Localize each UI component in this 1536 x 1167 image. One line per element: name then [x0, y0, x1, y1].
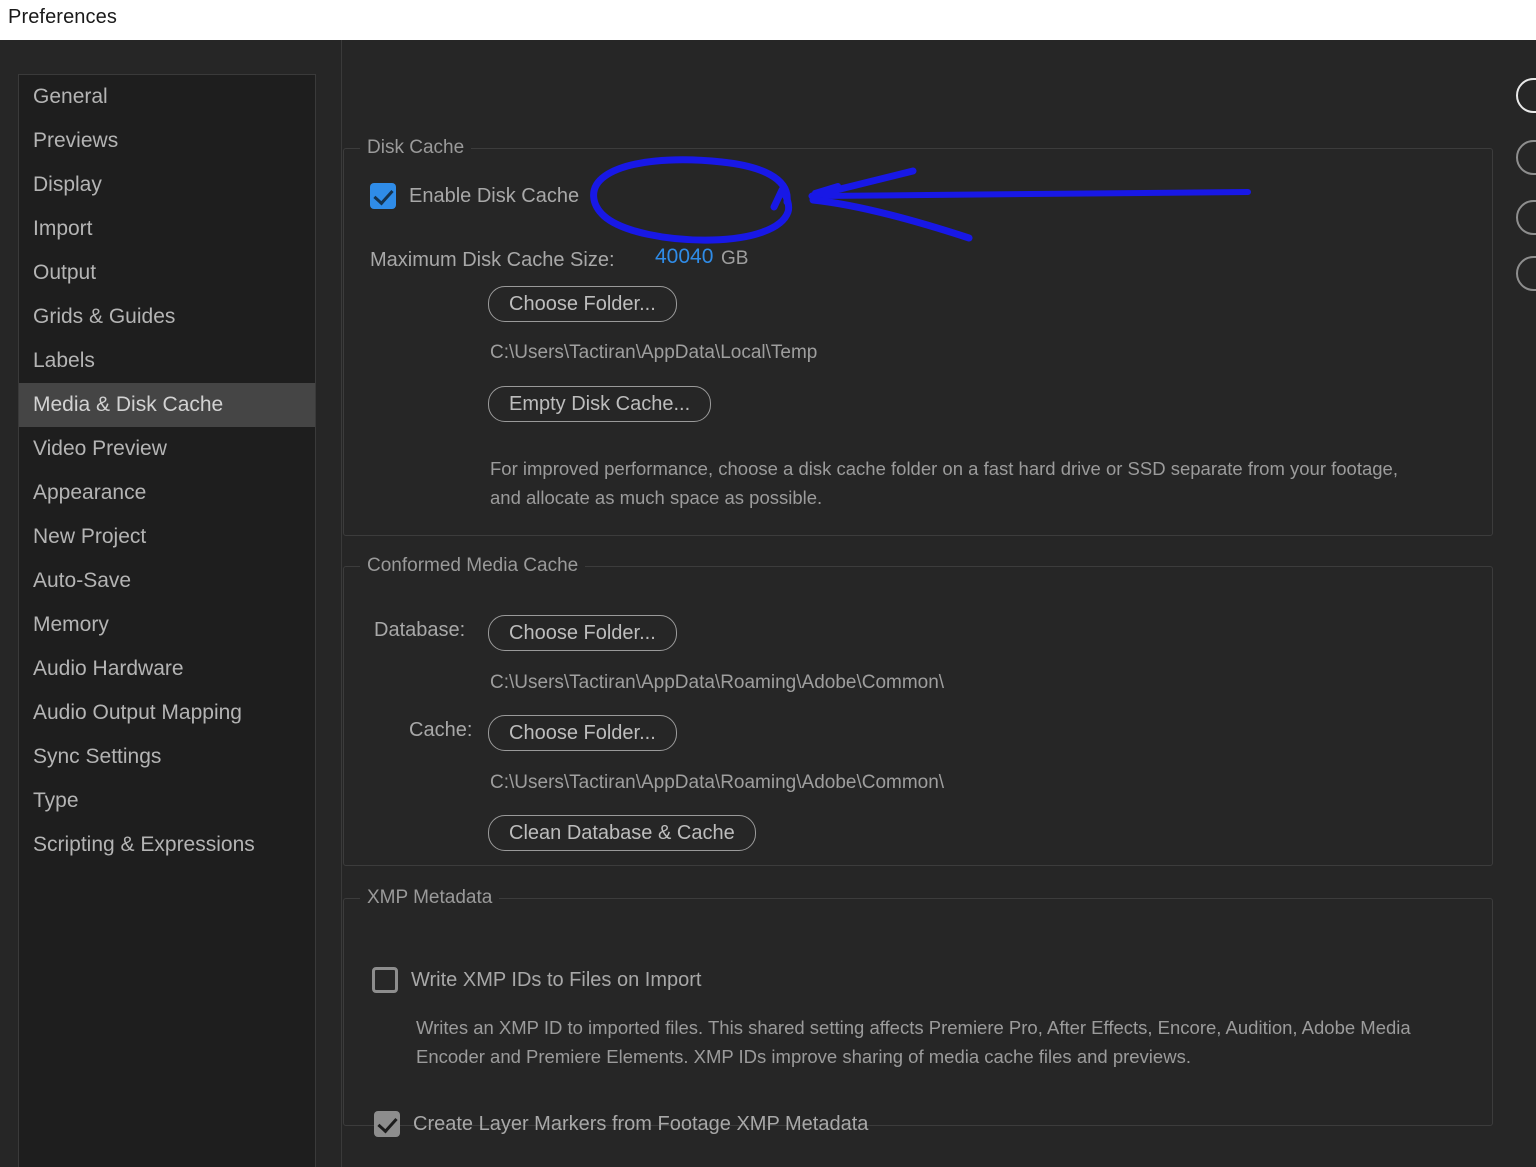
write-xmp-ids-description: Writes an XMP ID to imported files. This…	[416, 1017, 1411, 1067]
conformed-media-cache-group: Conformed Media Cache Database: Choose F…	[343, 555, 1493, 866]
sidebar-item-general[interactable]: General	[19, 75, 315, 119]
maximum-disk-cache-size-unit: GB	[721, 248, 749, 269]
database-path: C:\Users\Tactiran\AppData\Roaming\Adobe\…	[490, 672, 945, 693]
database-label: Database:	[374, 619, 466, 641]
sidebar-item-new-project[interactable]: New Project	[19, 515, 315, 559]
dialog-next-button[interactable]	[1516, 256, 1536, 291]
cache-label: Cache:	[409, 719, 473, 741]
sidebar-main-divider	[341, 40, 342, 1167]
sidebar-item-media-and-disk-cache[interactable]: Media & Disk Cache	[19, 383, 315, 427]
write-xmp-ids-label: Write XMP IDs to Files on Import	[411, 968, 702, 991]
sidebar-item-label: New Project	[33, 525, 147, 548]
sidebar-item-scripting-and-expressions[interactable]: Scripting & Expressions	[19, 823, 315, 867]
maximum-disk-cache-size-label: Maximum Disk Cache Size:	[370, 249, 615, 271]
sidebar-item-output[interactable]: Output	[19, 251, 315, 295]
sidebar-item-label: Type	[33, 789, 79, 812]
xmp-metadata-group-legend: XMP Metadata	[360, 887, 500, 909]
sidebar-item-audio-hardware[interactable]: Audio Hardware	[19, 647, 315, 691]
database-choose-folder-button[interactable]: Choose Folder...	[488, 615, 677, 651]
sidebar-item-label: General	[33, 85, 108, 108]
disk-cache-description: For improved performance, choose a disk …	[490, 458, 1398, 508]
sidebar-item-label: Previews	[33, 129, 119, 152]
sidebar-item-label: Memory	[33, 613, 109, 636]
dialog-ok-button[interactable]	[1516, 78, 1536, 113]
sidebar-item-type[interactable]: Type	[19, 779, 315, 823]
cache-path: C:\Users\Tactiran\AppData\Roaming\Adobe\…	[490, 772, 945, 793]
disk-cache-choose-folder-button[interactable]: Choose Folder...	[488, 286, 677, 322]
create-layer-markers-checkbox-row[interactable]: Create Layer Markers from Footage XMP Me…	[374, 1111, 868, 1137]
create-layer-markers-label: Create Layer Markers from Footage XMP Me…	[413, 1112, 869, 1135]
sidebar-item-memory[interactable]: Memory	[19, 603, 315, 647]
cache-choose-folder-button[interactable]: Choose Folder...	[488, 715, 677, 751]
write-xmp-ids-checkbox-row[interactable]: Write XMP IDs to Files on Import	[372, 967, 701, 993]
sidebar-item-label: Display	[33, 173, 102, 196]
sidebar-item-video-preview[interactable]: Video Preview	[19, 427, 315, 471]
sidebar-item-import[interactable]: Import	[19, 207, 315, 251]
dialog-cancel-button[interactable]	[1516, 140, 1536, 175]
empty-disk-cache-button[interactable]: Empty Disk Cache...	[488, 386, 712, 422]
sidebar-item-previews[interactable]: Previews	[19, 119, 315, 163]
preferences-category-sidebar: General Previews Display Import Output G…	[18, 74, 316, 1167]
sidebar-item-label: Video Preview	[33, 437, 167, 460]
maximum-disk-cache-size-input[interactable]: 40040	[655, 245, 713, 269]
disk-cache-folder-path: C:\Users\Tactiran\AppData\Local\Temp	[490, 342, 818, 363]
sidebar-item-label: Sync Settings	[33, 745, 162, 768]
dialog-prev-button[interactable]	[1516, 200, 1536, 235]
sidebar-item-label: Auto-Save	[33, 569, 132, 592]
sidebar-item-labels[interactable]: Labels	[19, 339, 315, 383]
sidebar-item-sync-settings[interactable]: Sync Settings	[19, 735, 315, 779]
sidebar-item-label: Appearance	[33, 481, 147, 504]
sidebar-item-grids-and-guides[interactable]: Grids & Guides	[19, 295, 315, 339]
sidebar-item-label: Import	[33, 217, 93, 240]
disk-cache-group-legend: Disk Cache	[360, 137, 472, 159]
sidebar-item-label: Media & Disk Cache	[33, 393, 224, 416]
page-title: Preferences	[8, 6, 117, 28]
checkbox-checked-icon[interactable]	[370, 183, 396, 209]
sidebar-item-label: Audio Output Mapping	[33, 701, 242, 724]
checkbox-unchecked-icon[interactable]	[372, 967, 398, 993]
conformed-media-cache-group-legend: Conformed Media Cache	[360, 555, 586, 577]
preferences-window: General Previews Display Import Output G…	[0, 40, 1536, 1167]
enable-disk-cache-label: Enable Disk Cache	[409, 184, 580, 207]
disk-cache-group: Disk Cache Enable Disk Cache Maximum Dis…	[343, 137, 1493, 536]
clean-database-and-cache-button[interactable]: Clean Database & Cache	[488, 815, 756, 851]
sidebar-item-label: Scripting & Expressions	[33, 833, 255, 856]
preferences-main-pane: Disk Cache Enable Disk Cache Maximum Dis…	[343, 80, 1503, 1167]
sidebar-item-label: Audio Hardware	[33, 657, 184, 680]
sidebar-item-label: Grids & Guides	[33, 305, 176, 328]
sidebar-item-audio-output-mapping[interactable]: Audio Output Mapping	[19, 691, 315, 735]
xmp-metadata-group: XMP Metadata Write XMP IDs to Files on I…	[343, 887, 1493, 1137]
enable-disk-cache-checkbox-row[interactable]: Enable Disk Cache	[370, 183, 579, 209]
sidebar-item-auto-save[interactable]: Auto-Save	[19, 559, 315, 603]
sidebar-item-label: Output	[33, 261, 97, 284]
checkbox-checked-disabled-icon[interactable]	[374, 1111, 400, 1137]
sidebar-item-appearance[interactable]: Appearance	[19, 471, 315, 515]
sidebar-item-display[interactable]: Display	[19, 163, 315, 207]
window-title-bar: Preferences	[0, 0, 1536, 40]
sidebar-item-label: Labels	[33, 349, 95, 372]
